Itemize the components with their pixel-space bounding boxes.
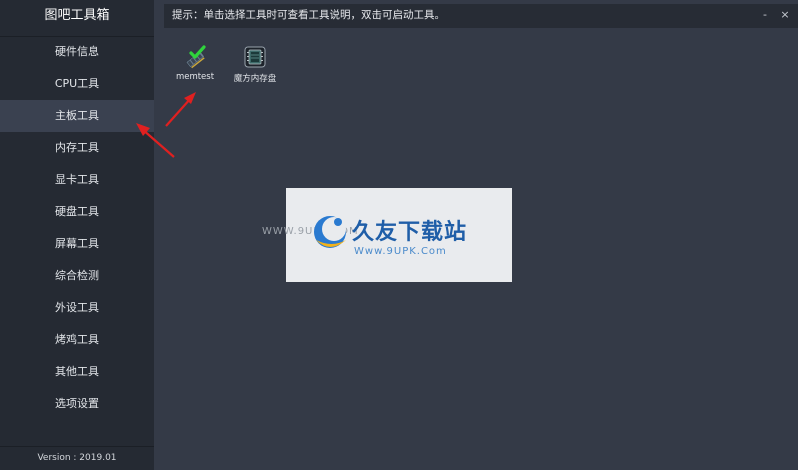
- sidebar: 图吧工具箱 硬件信息 CPU工具 主板工具 内存工具 显卡工具 硬盘工具 屏幕工…: [0, 0, 154, 470]
- sidebar-item-stress-tools[interactable]: 烤鸡工具: [0, 324, 154, 356]
- tool-ram-disk[interactable]: 魔方内存盘: [226, 44, 284, 84]
- tool-memtest[interactable]: memtest: [166, 44, 224, 82]
- sidebar-nav: 硬件信息 CPU工具 主板工具 内存工具 显卡工具 硬盘工具 屏幕工具 综合检测…: [0, 36, 154, 420]
- app-title: 图吧工具箱: [0, 0, 154, 37]
- close-button[interactable]: ×: [776, 4, 794, 28]
- sidebar-item-options[interactable]: 选项设置: [0, 388, 154, 420]
- memtest-icon: [185, 45, 206, 69]
- sidebar-item-other-tools[interactable]: 其他工具: [0, 356, 154, 388]
- arrow-to-memtest-icon: [165, 92, 196, 127]
- tool-label: memtest: [175, 72, 215, 82]
- sidebar-item-motherboard-tools[interactable]: 主板工具: [0, 100, 154, 132]
- sidebar-item-disk-tools[interactable]: 硬盘工具: [0, 196, 154, 228]
- minimize-button[interactable]: -: [756, 4, 774, 28]
- sidebar-item-peripheral-tools[interactable]: 外设工具: [0, 292, 154, 324]
- sidebar-item-memory-tools[interactable]: 内存工具: [0, 132, 154, 164]
- tool-label: 魔方内存盘: [233, 74, 277, 84]
- sidebar-item-cpu-tools[interactable]: CPU工具: [0, 68, 154, 100]
- watermark-url: Www.9UPK.Com: [354, 246, 447, 257]
- ram-disk-icon: [244, 46, 266, 68]
- sidebar-item-hardware-info[interactable]: 硬件信息: [0, 36, 154, 68]
- sidebar-item-gpu-tools[interactable]: 显卡工具: [0, 164, 154, 196]
- watermark-logo-icon: [314, 216, 346, 248]
- sidebar-item-screen-tools[interactable]: 屏幕工具: [0, 228, 154, 260]
- sidebar-item-comprehensive-test[interactable]: 综合检测: [0, 260, 154, 292]
- watermark-banner: WWW.9UPK.COM 久友下载站 Www.9UPK.Com: [262, 188, 512, 282]
- version-label: Version : 2019.01: [0, 446, 154, 470]
- hint-text: 提示：单击选择工具时可查看工具说明，双击可启动工具。: [172, 9, 445, 21]
- hint-bar: 提示：单击选择工具时可查看工具说明，双击可启动工具。 - ×: [164, 4, 798, 28]
- watermark-site-name: 久友下载站: [352, 220, 468, 245]
